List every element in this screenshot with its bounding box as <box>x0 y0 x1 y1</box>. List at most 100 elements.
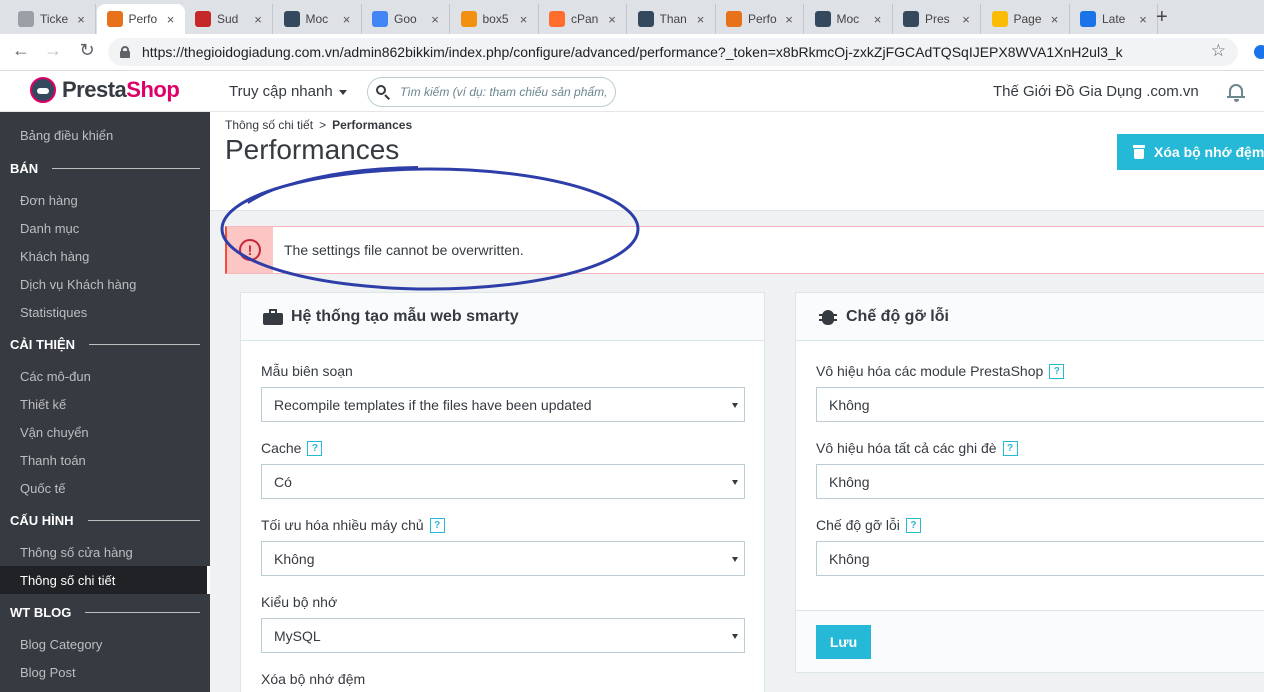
tab-label: Late <box>1102 12 1126 26</box>
close-tab-icon[interactable]: × <box>427 12 443 27</box>
help-icon[interactable]: ? <box>1049 363 1065 379</box>
close-tab-icon[interactable]: × <box>781 12 797 27</box>
extension-icon[interactable] <box>1254 45 1264 59</box>
sidebar-item[interactable]: Đơn hàng <box>0 186 210 214</box>
browser-tab[interactable]: Pres × <box>893 4 981 34</box>
logo-shop: Shop <box>126 77 180 102</box>
sidebar-item[interactable]: Danh mục <box>0 214 210 242</box>
close-tab-icon[interactable]: × <box>339 12 355 27</box>
breadcrumb-parent-link[interactable]: Thông số chi tiết <box>225 118 313 132</box>
sidebar-item[interactable]: Thông số chi tiết <box>0 566 210 594</box>
save-button[interactable]: Lưu <box>816 625 871 659</box>
search-box[interactable] <box>367 77 616 107</box>
tab-label: Sud <box>217 12 239 26</box>
tab-label: Page <box>1013 12 1042 26</box>
browser-tab[interactable]: cPan × <box>539 4 627 34</box>
quick-access-dropdown[interactable]: Truy cập nhanh <box>229 83 347 100</box>
field-label: Tối ưu hóa nhiều máy chủ? <box>261 517 445 533</box>
sidebar-section-header: CẢI THIỆN <box>10 332 200 356</box>
select-field[interactable]: Không <box>816 541 1264 576</box>
close-tab-icon[interactable]: × <box>1047 12 1063 27</box>
smarty-panel-title: Hệ thống tạo mẫu web smarty <box>291 307 519 325</box>
select-field[interactable]: Không <box>816 387 1264 422</box>
help-icon[interactable]: ? <box>307 440 323 456</box>
browser-tab[interactable]: Than × <box>628 4 716 34</box>
clear-cache-button[interactable]: Xóa bộ nhớ đệm <box>1117 134 1264 170</box>
close-tab-icon[interactable]: × <box>1135 12 1151 27</box>
google-translate-favicon <box>372 11 388 27</box>
new-tab-icon[interactable]: + <box>1156 6 1174 29</box>
close-tab-icon[interactable]: × <box>250 12 266 27</box>
pagespeed-favicon <box>991 11 1008 27</box>
browser-tab[interactable]: Ticke × <box>8 4 96 34</box>
field-label: Cache? <box>261 440 323 456</box>
field-label-text: Chế độ gỡ lỗi <box>816 517 900 533</box>
close-tab-icon[interactable]: × <box>693 12 709 27</box>
help-icon[interactable]: ? <box>429 517 445 533</box>
search-input[interactable] <box>400 85 610 99</box>
ticket-favicon <box>18 11 34 27</box>
help-icon[interactable]: ? <box>1002 440 1018 456</box>
sidebar-item[interactable]: Thiết kế <box>0 390 210 418</box>
trash-icon <box>1133 145 1145 159</box>
sidebar-item[interactable]: Statistiques <box>0 298 210 326</box>
field-label-text: Cache <box>261 440 302 456</box>
forward-icon[interactable]: → <box>42 40 64 61</box>
prestashop-logo[interactable]: PrestaShop <box>30 77 180 103</box>
smarty-panel-header: Hệ thống tạo mẫu web smarty <box>241 293 764 341</box>
page-title: Performances <box>225 134 400 165</box>
browser-tab[interactable]: Goo × <box>362 4 450 34</box>
sidebar-item[interactable]: Quốc tế <box>0 474 210 502</box>
back-icon[interactable]: ← <box>10 40 32 61</box>
select-field[interactable]: Không <box>261 541 745 576</box>
browser-tab[interactable]: Late × <box>1070 4 1158 34</box>
briefcase-icon <box>263 308 283 325</box>
select-field[interactable]: Có <box>261 464 745 499</box>
sidebar-item[interactable]: Vận chuyển <box>0 418 210 446</box>
browser-tab[interactable]: Moc × <box>274 4 362 34</box>
prestashop-favicon <box>814 11 831 27</box>
sidebar-item-dashboard[interactable]: Bảng điều khiển <box>0 121 210 149</box>
search-icon[interactable] <box>376 85 390 99</box>
browser-tab[interactable]: Page × <box>982 4 1070 34</box>
sidebar-section-divider <box>87 519 200 521</box>
sidebar-section-title: CẤU HÌNH <box>10 512 74 528</box>
tab-label: cPan <box>571 12 599 26</box>
close-tab-icon[interactable]: × <box>604 12 620 27</box>
field-label: Kiểu bộ nhớ <box>261 594 337 610</box>
bookmark-star-icon[interactable]: ☆ <box>1211 41 1226 61</box>
browser-tab[interactable]: Sud × <box>185 4 273 34</box>
sidebar-item[interactable]: Thông số cửa hàng <box>0 538 210 566</box>
browser-tab[interactable]: Perfo × <box>716 4 804 34</box>
field-label-text: Vô hiệu hóa tất cả các ghi đè <box>816 440 997 456</box>
close-tab-icon[interactable]: × <box>163 12 179 27</box>
browser-tab[interactable]: box5 × <box>451 4 539 34</box>
address-bar[interactable]: https://thegioidogiadung.com.vn/admin862… <box>108 38 1238 66</box>
prestashop-favicon <box>903 11 919 27</box>
help-icon[interactable]: ? <box>905 517 921 533</box>
sidebar-item[interactable]: Khách hàng <box>0 242 210 270</box>
close-tab-icon[interactable]: × <box>73 12 89 27</box>
tab-label: Moc <box>836 12 860 26</box>
select-field[interactable]: MySQL <box>261 618 745 653</box>
sidebar-item[interactable]: Các mô-đun <box>0 362 210 390</box>
select-value: Không <box>274 550 315 567</box>
select-value: Không <box>829 550 870 567</box>
browser-tab[interactable]: Perfo × <box>96 4 185 34</box>
select-field[interactable]: Recompile templates if the files have be… <box>261 387 745 422</box>
sidebar-item[interactable]: Thanh toán <box>0 446 210 474</box>
field-label-text: Tối ưu hóa nhiều máy chủ <box>261 517 424 533</box>
hostdime-favicon <box>106 11 123 27</box>
sidebar-item[interactable]: Blog Post <box>0 658 210 686</box>
shop-name-link[interactable]: Thế Giới Đồ Gia Dụng .com.vn <box>993 83 1199 100</box>
reload-icon[interactable]: ↻ <box>76 40 98 61</box>
close-tab-icon[interactable]: × <box>516 12 532 27</box>
sidebar-item[interactable]: Blog Category <box>0 630 210 658</box>
sidebar-item[interactable]: Dịch vụ Khách hàng <box>0 270 210 298</box>
breadcrumb-current: Performances <box>332 118 413 132</box>
url-text[interactable]: https://thegioidogiadung.com.vn/admin862… <box>142 44 1123 60</box>
close-tab-icon[interactable]: × <box>870 12 886 27</box>
browser-tab[interactable]: Moc × <box>805 4 893 34</box>
close-tab-icon[interactable]: × <box>958 12 974 27</box>
select-field[interactable]: Không <box>816 464 1264 499</box>
